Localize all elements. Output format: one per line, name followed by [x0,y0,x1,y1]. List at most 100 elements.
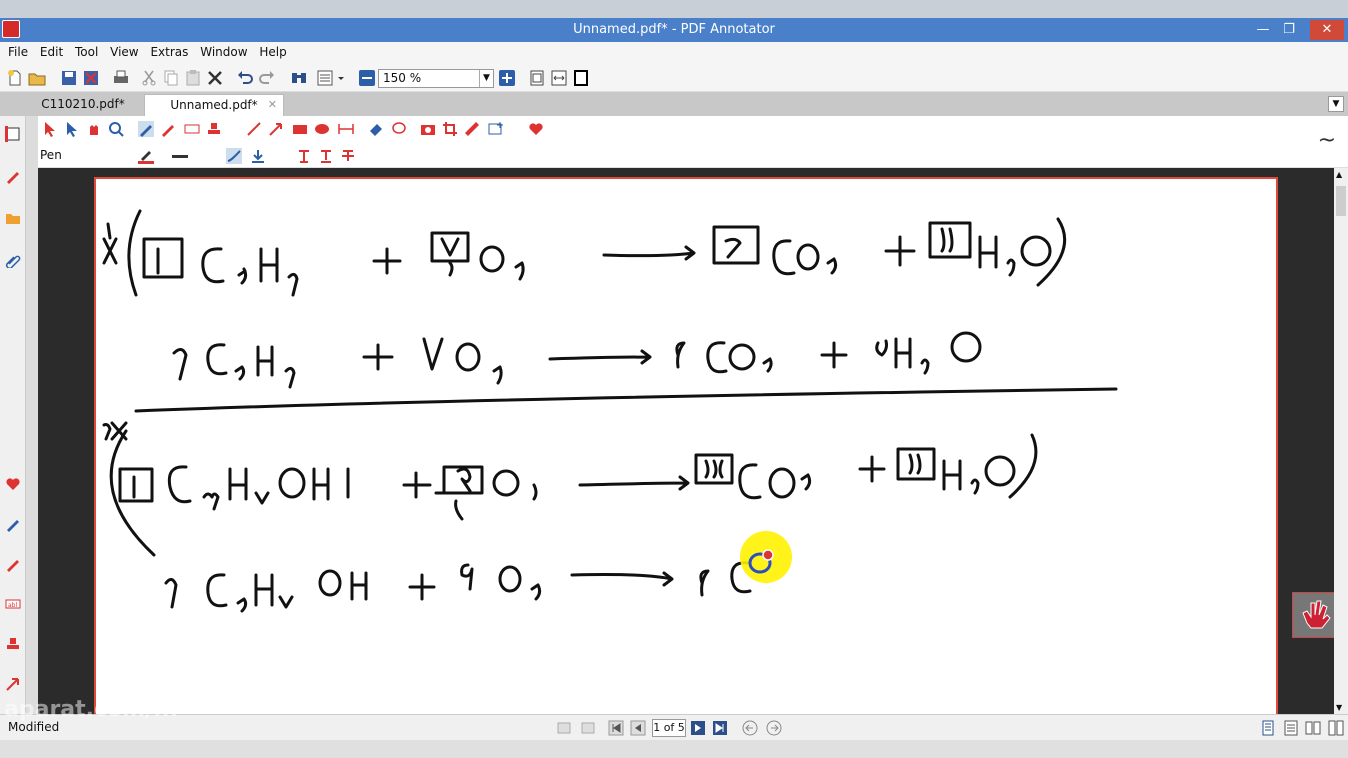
smooth-stroke-icon[interactable] [226,148,242,164]
text-strike-icon[interactable] [340,148,356,164]
favorites-heart-icon[interactable] [528,121,544,137]
tab-list-dropdown[interactable]: ▼ [1328,96,1344,112]
text-box-icon[interactable]: abl [5,596,21,612]
continuous-view-icon[interactable] [1283,720,1299,736]
new-document-icon[interactable] [6,69,24,87]
hand-gesture-button[interactable] [1292,592,1334,638]
marker-icon[interactable] [5,516,21,532]
crop-icon[interactable] [442,121,458,137]
fit-width-icon[interactable] [550,69,568,87]
line-icon[interactable] [246,121,262,137]
paste-icon[interactable] [184,69,202,87]
tab-unnamed[interactable]: Unnamed.pdf* ✕ [144,94,284,116]
layout-icon[interactable] [316,69,334,87]
stamp-icon[interactable] [5,636,21,652]
fit-page-icon[interactable] [528,69,546,87]
menu-window[interactable]: Window [196,42,251,62]
first-page-icon[interactable] [608,720,624,736]
save-icon[interactable] [60,69,78,87]
watermark: aparat.com/... [4,697,179,722]
camera-icon[interactable] [420,121,436,137]
pen-icon[interactable] [138,121,154,137]
minimize-button[interactable]: — [1250,20,1276,40]
print-icon[interactable] [112,69,130,87]
text-format-icon[interactable] [296,148,312,164]
select-text-icon[interactable] [64,121,80,137]
prev-page-icon[interactable] [630,720,646,736]
next-view-icon[interactable] [580,720,596,736]
zoom-select[interactable]: 150 % ▼ [378,69,494,88]
pdf-page[interactable] [94,177,1278,714]
ruler-icon[interactable] [464,121,480,137]
rectangle-icon[interactable] [292,121,308,137]
forward-icon[interactable] [766,720,782,736]
sidebar-splitter[interactable] [26,116,38,716]
cut-icon[interactable] [140,69,158,87]
menu-file[interactable]: File [4,42,32,62]
magnifier-icon[interactable] [108,121,124,137]
svg-text:abl: abl [8,602,17,609]
arrow-icon[interactable] [268,121,284,137]
two-page-continuous-icon[interactable] [1328,720,1344,736]
menu-view[interactable]: View [106,42,142,62]
textbox-icon[interactable] [184,121,200,137]
stamp-icon[interactable] [206,121,222,137]
vertical-scrollbar[interactable]: ▲ ▼ [1334,168,1348,714]
delete-icon[interactable] [206,69,224,87]
copy-icon[interactable] [162,69,180,87]
pen-color-icon[interactable] [138,148,154,164]
redo-icon[interactable] [258,69,276,87]
tab-c110210[interactable]: C110210.pdf* [28,94,138,116]
zoom-out-icon[interactable] [358,69,376,87]
scroll-up-icon[interactable]: ▲ [1336,170,1342,179]
highlighter-icon[interactable] [5,556,21,572]
prev-view-icon[interactable] [556,720,572,736]
two-page-view-icon[interactable] [1305,720,1321,736]
zoom-in-icon[interactable] [498,69,516,87]
handwritten-equations [102,209,1118,613]
insert-image-icon[interactable] [488,121,504,137]
next-page-icon[interactable] [690,720,706,736]
select-arrow-icon[interactable] [42,121,58,137]
eraser-icon[interactable] [368,121,384,137]
snap-icon[interactable] [250,148,266,164]
arrow-tool-icon[interactable] [5,676,21,692]
attachment-icon[interactable] [5,252,21,268]
text-underline-icon[interactable] [318,148,334,164]
tab-label: C110210.pdf* [41,97,125,111]
menu-edit[interactable]: Edit [36,42,67,62]
back-icon[interactable] [742,720,758,736]
layout-dropdown-icon[interactable] [336,69,346,87]
scroll-down-icon[interactable]: ▼ [1336,703,1342,712]
close-tab-icon[interactable]: ✕ [268,98,277,111]
lasso-icon[interactable] [390,121,406,137]
hand-tool-icon[interactable] [86,121,102,137]
page-view-icon[interactable] [5,126,21,142]
open-folder-icon[interactable] [28,69,46,87]
menu-tool[interactable]: Tool [71,42,102,62]
find-icon[interactable] [290,69,308,87]
undo-icon[interactable] [236,69,254,87]
current-tool-label: Pen [40,148,62,162]
measure-icon[interactable] [338,121,354,137]
folder-icon[interactable] [5,210,21,226]
save-as-icon[interactable] [82,69,100,87]
full-page-icon[interactable] [572,69,590,87]
menu-help[interactable]: Help [255,42,290,62]
line-width-icon[interactable] [172,148,188,164]
close-button[interactable]: ✕ [1310,20,1344,40]
document-tab-bar: C110210.pdf* Unnamed.pdf* ✕ ▼ [0,92,1348,116]
maximize-button[interactable]: ❐ [1276,20,1302,40]
menu-extras[interactable]: Extras [146,42,192,62]
pen-tool-icon[interactable] [5,168,21,184]
favorites-heart-icon[interactable] [5,476,21,492]
page-indicator[interactable]: 1 of 5 [652,719,686,737]
tilde-icon[interactable]: ~ [1318,128,1336,153]
last-page-icon[interactable] [712,720,728,736]
scroll-thumb[interactable] [1336,186,1346,216]
document-view[interactable] [38,168,1334,714]
ellipse-icon[interactable] [314,121,330,137]
chevron-down-icon: ▼ [479,70,493,87]
single-page-view-icon[interactable] [1260,720,1276,736]
highlighter-icon[interactable] [160,121,176,137]
